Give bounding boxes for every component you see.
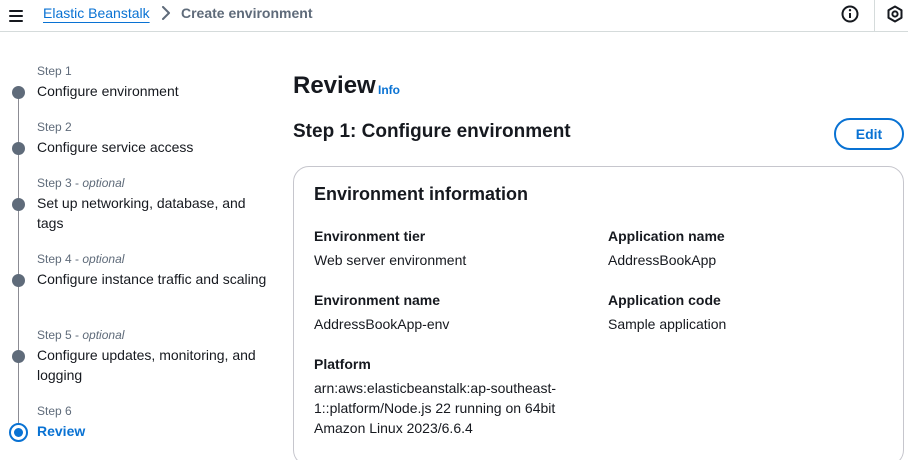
step-number: Step 5 - optional (37, 328, 125, 342)
step-number: Step 1 (37, 64, 72, 78)
info-circle-icon[interactable] (840, 4, 860, 24)
environment-name-label: Environment name (314, 292, 441, 308)
step-number: Step 2 (37, 120, 72, 134)
hamburger-menu-icon[interactable] (8, 6, 26, 24)
environment-tier-value: Web server environment (314, 252, 467, 268)
application-code-label: Application code (608, 292, 721, 308)
active-step-indicator (9, 423, 28, 442)
step-title[interactable]: Configure updates, monitoring, and loggi… (37, 345, 273, 385)
step-title-active: Review (37, 423, 86, 439)
step-number: Step 4 - optional (37, 252, 125, 266)
optional-tag: optional (82, 176, 125, 190)
step-title[interactable]: Configure instance traffic and scaling (37, 269, 273, 289)
chevron-right-icon (162, 6, 170, 20)
environment-name-value: AddressBookApp-env (314, 316, 450, 332)
optional-tag: optional (82, 252, 125, 266)
optional-tag: optional (82, 328, 125, 342)
application-name-value: AddressBookApp (608, 252, 717, 268)
hexagon-settings-icon[interactable] (885, 4, 905, 24)
edit-button[interactable]: Edit (834, 118, 904, 150)
step-title[interactable]: Configure environment (37, 81, 273, 101)
step-number: Step 6 (37, 404, 72, 418)
platform-label: Platform (314, 356, 371, 372)
step-indicator-dot (12, 350, 25, 363)
step-heading: Step 1: Configure environment (293, 121, 571, 142)
application-name-label: Application name (608, 228, 725, 244)
breadcrumb-current-page: Create environment (181, 5, 313, 21)
step-indicator-dot (12, 86, 25, 99)
toolbar-divider (874, 0, 875, 32)
step-indicator-dot (12, 198, 25, 211)
page-title: Review (293, 72, 376, 99)
step-title[interactable]: Configure service access (37, 137, 273, 157)
top-navigation-bar: Elastic Beanstalk Create environment (0, 0, 908, 32)
step-number: Step 3 - optional (37, 176, 125, 190)
info-link[interactable]: Info (378, 83, 400, 97)
environment-tier-label: Environment tier (314, 228, 426, 244)
step-indicator-dot (12, 274, 25, 287)
wizard-navigation: Step 1 Configure environment Step 2 Conf… (0, 32, 280, 460)
panel-title: Environment information (314, 184, 529, 204)
platform-value: arn:aws:elasticbeanstalk:ap-southeast-1:… (314, 380, 557, 436)
step-title[interactable]: Set up networking, database, and tags (37, 193, 273, 233)
step-indicator-dot (12, 142, 25, 155)
breadcrumb-elastic-beanstalk[interactable]: Elastic Beanstalk (43, 5, 150, 21)
application-code-value: Sample application (608, 316, 727, 332)
environment-information-panel: Environment information Environment tier… (293, 166, 904, 460)
